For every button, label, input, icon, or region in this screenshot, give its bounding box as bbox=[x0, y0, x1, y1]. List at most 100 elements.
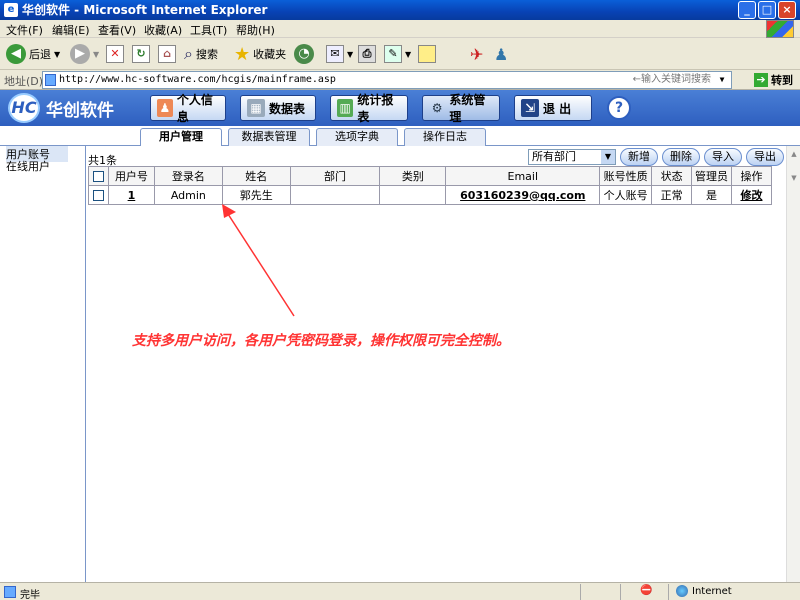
column-header[interactable]: 登录名 bbox=[153, 166, 223, 186]
nav-profile-button[interactable]: ♟ 个人信息 bbox=[150, 93, 226, 124]
history-button[interactable]: ◔ bbox=[294, 42, 314, 66]
status-text: 完毕 bbox=[20, 590, 40, 600]
select-all-header bbox=[88, 166, 109, 186]
tab-strip: 用户管理 数据表管理 选项字典 操作日志 bbox=[0, 126, 800, 147]
nav-report-label: 统计报表 bbox=[357, 93, 394, 124]
help-button[interactable]: ? bbox=[607, 96, 631, 120]
email-link[interactable]: 603160239@qq.com bbox=[460, 189, 585, 202]
history-icon: ◔ bbox=[294, 44, 314, 64]
nav-datatable-button[interactable]: ▦ 数据表 bbox=[240, 95, 316, 121]
edit-icon: ✎ bbox=[384, 45, 402, 63]
gear-icon: ⚙ bbox=[431, 101, 443, 115]
column-header[interactable]: 账号性质 bbox=[599, 166, 653, 186]
login-name-cell: Admin bbox=[153, 185, 223, 205]
stop-button[interactable]: ✕ bbox=[106, 42, 124, 66]
department-select[interactable]: 所有部门 ▼ bbox=[528, 149, 616, 165]
column-header[interactable]: 部门 bbox=[289, 166, 381, 186]
menu-favorites[interactable]: 收藏(A) bbox=[144, 22, 182, 38]
back-button[interactable]: ◀ 后退 ▼ bbox=[6, 42, 60, 66]
minimize-button[interactable]: _ bbox=[738, 1, 756, 19]
back-arrow-icon: ◀ bbox=[6, 44, 26, 64]
nav-profile-label: 个人信息 bbox=[176, 93, 213, 124]
security-icon: ⛔ bbox=[640, 585, 653, 596]
table-icon: ▦ bbox=[247, 99, 265, 117]
category-cell bbox=[379, 185, 447, 205]
scroll-up-icon[interactable]: ▲ bbox=[788, 148, 800, 160]
print-button[interactable]: ⎙ bbox=[358, 42, 376, 66]
account-type-cell: 个人账号 bbox=[599, 185, 653, 205]
export-button[interactable]: 导出 bbox=[746, 148, 784, 166]
user-table: 用户号 登录名 姓名 部门 类别 Email 账号性质 状态 管理员 操作 1 … bbox=[88, 166, 773, 205]
go-button[interactable]: ➔ 转到 bbox=[754, 72, 793, 88]
back-label: 后退 bbox=[29, 48, 51, 61]
tab-option-dictionary[interactable]: 选项字典 bbox=[316, 128, 398, 146]
edit-button[interactable]: ✎ ▼ bbox=[384, 42, 411, 66]
scroll-down-icon[interactable]: ▼ bbox=[788, 172, 800, 184]
menu-view[interactable]: 查看(V) bbox=[98, 22, 136, 38]
nav-system-button[interactable]: ⚙ 系统管理 bbox=[422, 93, 500, 124]
annotation-text: 支持多用户访问，各用户凭密码登录，操作权限可完全控制。 bbox=[132, 333, 510, 349]
column-header[interactable]: Email bbox=[445, 166, 601, 186]
discuss-icon bbox=[418, 45, 436, 63]
vertical-scrollbar[interactable]: ▲ ▼ bbox=[786, 146, 800, 582]
edit-link[interactable]: 修改 bbox=[740, 189, 762, 202]
print-icon: ⎙ bbox=[358, 45, 376, 63]
user-id-link[interactable]: 1 bbox=[128, 189, 136, 202]
nav-datatable-label: 数据表 bbox=[269, 101, 306, 116]
column-header[interactable]: 姓名 bbox=[221, 166, 291, 186]
menu-edit[interactable]: 编辑(E) bbox=[52, 22, 90, 38]
close-button[interactable]: × bbox=[778, 1, 796, 19]
email-cell: 603160239@qq.com bbox=[445, 185, 601, 205]
select-all-checkbox[interactable] bbox=[92, 171, 104, 182]
window-titlebar: e 华创软件 - Microsoft Internet Explorer _ □… bbox=[0, 0, 800, 20]
tab-datatable-management[interactable]: 数据表管理 bbox=[228, 128, 310, 146]
keyword-search-hint: ←输入关键词搜索 bbox=[632, 74, 711, 85]
column-header[interactable]: 类别 bbox=[379, 166, 447, 186]
column-header[interactable]: 操作 bbox=[730, 166, 773, 186]
page-icon bbox=[4, 586, 16, 598]
admin-cell: 是 bbox=[691, 185, 732, 205]
sidebar-item-online-users[interactable]: 在线用户 bbox=[6, 158, 50, 174]
row-checkbox[interactable] bbox=[92, 190, 104, 201]
import-button[interactable]: 导入 bbox=[704, 148, 742, 166]
favorites-button[interactable]: ★ 收藏夹 bbox=[234, 42, 286, 66]
home-button[interactable]: ⌂ bbox=[158, 42, 176, 66]
menu-file[interactable]: 文件(F) bbox=[6, 22, 43, 38]
forward-button[interactable]: ▶ ▼ bbox=[70, 42, 99, 66]
column-header[interactable]: 管理员 bbox=[691, 166, 732, 186]
address-input[interactable]: http://www.hc-software.com/hcgis/mainfra… bbox=[42, 71, 732, 89]
menu-tools[interactable]: 工具(T) bbox=[190, 22, 227, 38]
operation-cell: 修改 bbox=[730, 185, 773, 205]
go-arrow-icon: ➔ bbox=[754, 73, 768, 87]
zone-label: Internet bbox=[692, 585, 732, 597]
exit-icon: ⇲ bbox=[521, 99, 539, 117]
menu-help[interactable]: 帮助(H) bbox=[236, 22, 275, 38]
table-row: 1 Admin 郭先生 603160239@qq.com 个人账号 正常 是 修… bbox=[88, 185, 773, 205]
maximize-button[interactable]: □ bbox=[758, 1, 776, 19]
search-button[interactable]: ⌕ 搜索 bbox=[184, 42, 218, 66]
messenger-icon: ♟ bbox=[494, 44, 509, 64]
nav-report-button[interactable]: ▥ 统计报表 bbox=[330, 93, 408, 124]
department-select-value: 所有部门 bbox=[532, 150, 576, 163]
delete-button[interactable]: 删除 bbox=[662, 148, 700, 166]
add-button[interactable]: 新增 bbox=[620, 148, 658, 166]
window-title: 华创软件 - Microsoft Internet Explorer bbox=[22, 3, 268, 17]
tab-operation-log[interactable]: 操作日志 bbox=[404, 128, 486, 146]
status-cell: 正常 bbox=[651, 185, 693, 205]
home-icon: ⌂ bbox=[158, 45, 176, 63]
messenger-button[interactable]: ♟ bbox=[494, 42, 508, 66]
tab-user-management[interactable]: 用户管理 bbox=[140, 128, 222, 147]
address-url: http://www.hc-software.com/hcgis/mainfra… bbox=[59, 74, 336, 85]
refresh-button[interactable]: ↻ bbox=[132, 42, 150, 66]
mail-button[interactable]: ✉ ▼ bbox=[326, 42, 353, 66]
column-header[interactable]: 用户号 bbox=[107, 166, 155, 186]
column-header[interactable]: 状态 bbox=[651, 166, 693, 186]
star-icon: ★ bbox=[234, 43, 251, 65]
address-dropdown-icon[interactable]: ▼ bbox=[715, 73, 729, 87]
app-header: HC 华创软件 ♟ 个人信息 ▦ 数据表 ▥ 统计报表 ⚙ 系统管理 ⇲ 退 出 bbox=[0, 90, 800, 126]
nav-logout-button[interactable]: ⇲ 退 出 bbox=[514, 95, 592, 121]
discuss-button[interactable] bbox=[418, 42, 436, 66]
nav-logout-label: 退 出 bbox=[543, 101, 572, 116]
search-label: 搜索 bbox=[195, 48, 218, 61]
research-button[interactable]: ✈ bbox=[470, 42, 483, 66]
